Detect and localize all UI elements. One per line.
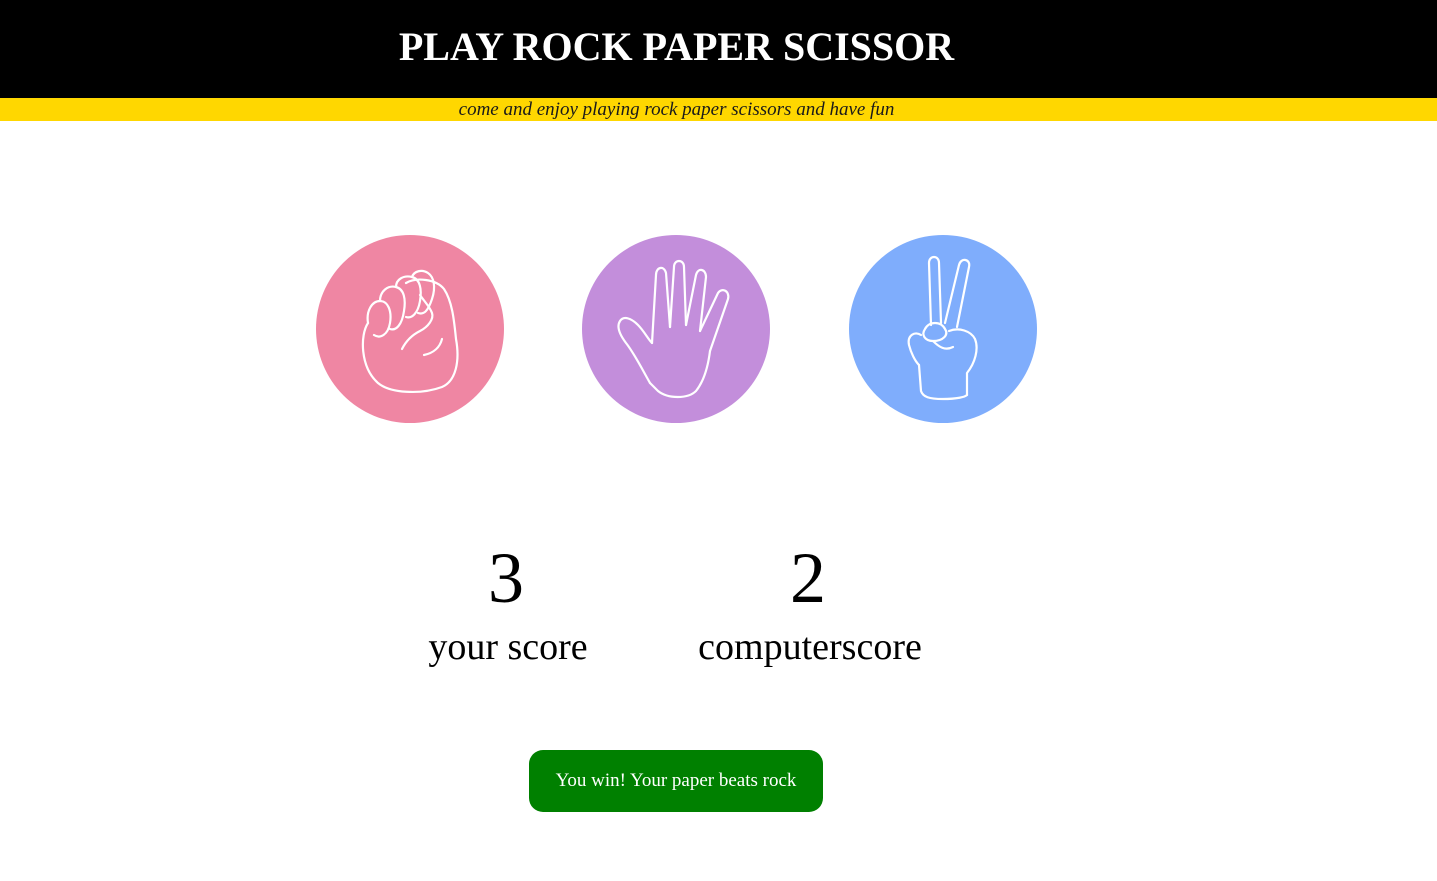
tagline-bar: come and enjoy playing rock paper scisso…	[0, 98, 1437, 121]
fist-icon	[361, 269, 459, 394]
header-bar: PLAY ROCK PAPER SCISSOR	[0, 0, 1437, 98]
paper-button[interactable]	[582, 235, 770, 423]
user-score-value: 3	[488, 538, 524, 618]
rock-button[interactable]	[316, 235, 504, 423]
result-message: You win! Your paper beats rock	[529, 750, 823, 812]
page-title: PLAY ROCK PAPER SCISSOR	[398, 24, 955, 69]
tagline: come and enjoy playing rock paper scisso…	[458, 99, 895, 120]
computer-score-value: 2	[790, 538, 826, 618]
computer-score-label: computerscore	[698, 626, 922, 668]
scissors-button[interactable]	[849, 235, 1037, 423]
peace-hand-icon	[907, 255, 978, 401]
user-score-label: your score	[428, 626, 588, 668]
open-hand-icon	[617, 259, 730, 399]
